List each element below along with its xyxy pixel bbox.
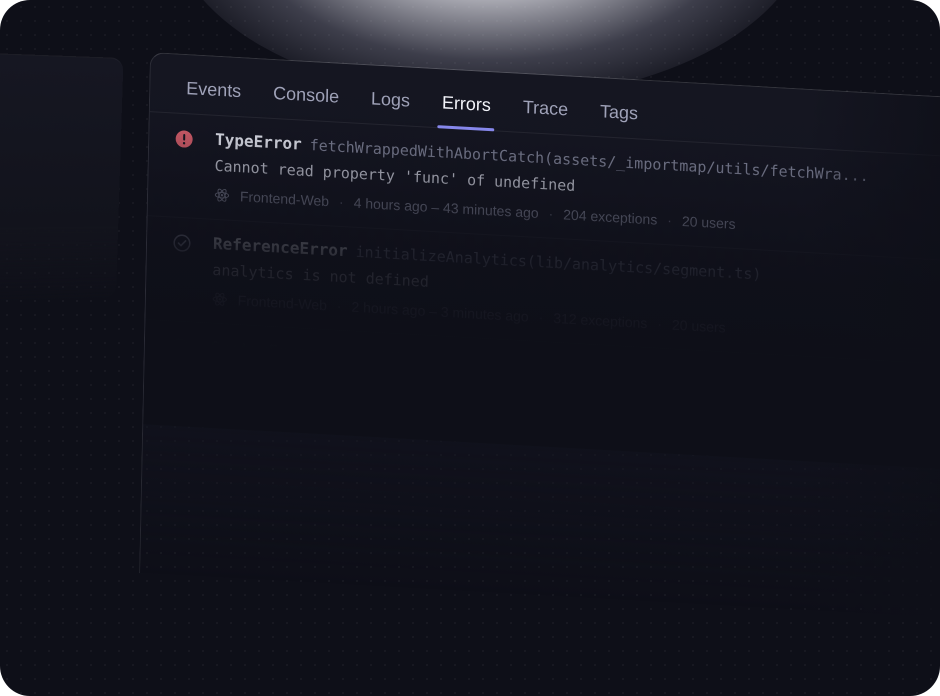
timeframe: 6 hours ago – 1 hours ago <box>349 402 513 428</box>
background-panel <box>0 52 124 304</box>
react-icon <box>212 292 227 306</box>
separator: · <box>538 309 544 326</box>
exception-count: 312 exceptions <box>553 309 648 332</box>
user-count: 20 users <box>681 212 736 232</box>
react-icon <box>210 396 225 410</box>
separator: · <box>667 212 673 229</box>
user-count: 20 users <box>671 316 726 336</box>
separator: · <box>657 315 663 333</box>
tab-logs[interactable]: Logs <box>355 88 427 127</box>
tab-tags[interactable]: Tags <box>584 100 655 139</box>
check-circle-icon <box>173 234 191 252</box>
alert-circle-icon <box>175 130 193 148</box>
tab-trace[interactable]: Trace <box>506 96 584 135</box>
exception-count: 204 exceptions <box>563 206 658 228</box>
tab-events[interactable]: Events <box>170 77 258 117</box>
project-name: Frontend-Web <box>235 396 325 418</box>
app-frame: Events Console Logs Errors Trace Tags Ty… <box>0 0 940 696</box>
timeframe: 4 hours ago – 43 minutes ago <box>353 194 539 221</box>
tab-console[interactable]: Console <box>257 82 356 122</box>
react-icon <box>214 188 230 202</box>
project-name: Frontend-Web <box>237 292 328 314</box>
separator: · <box>548 205 554 222</box>
error-type: ReferenceError <box>212 233 348 261</box>
check-circle-icon <box>171 338 189 356</box>
tab-errors[interactable]: Errors <box>425 91 507 131</box>
separator: · <box>334 401 340 419</box>
timeframe: 2 hours ago – 3 minutes ago <box>351 298 529 325</box>
exception-count: 87 exceptions <box>536 413 624 435</box>
error-type: TypeError <box>214 129 302 154</box>
separator: · <box>338 193 344 211</box>
separator: · <box>522 412 528 429</box>
error-type: SyntaxError <box>210 337 317 363</box>
error-list: TypeError fetchWrappedWithAbortCatch(asse… <box>143 104 940 473</box>
separator: · <box>336 297 342 315</box>
project-name: Frontend-Web <box>239 188 330 210</box>
errors-panel: Events Console Logs Errors Trace Tags Ty… <box>139 52 940 622</box>
